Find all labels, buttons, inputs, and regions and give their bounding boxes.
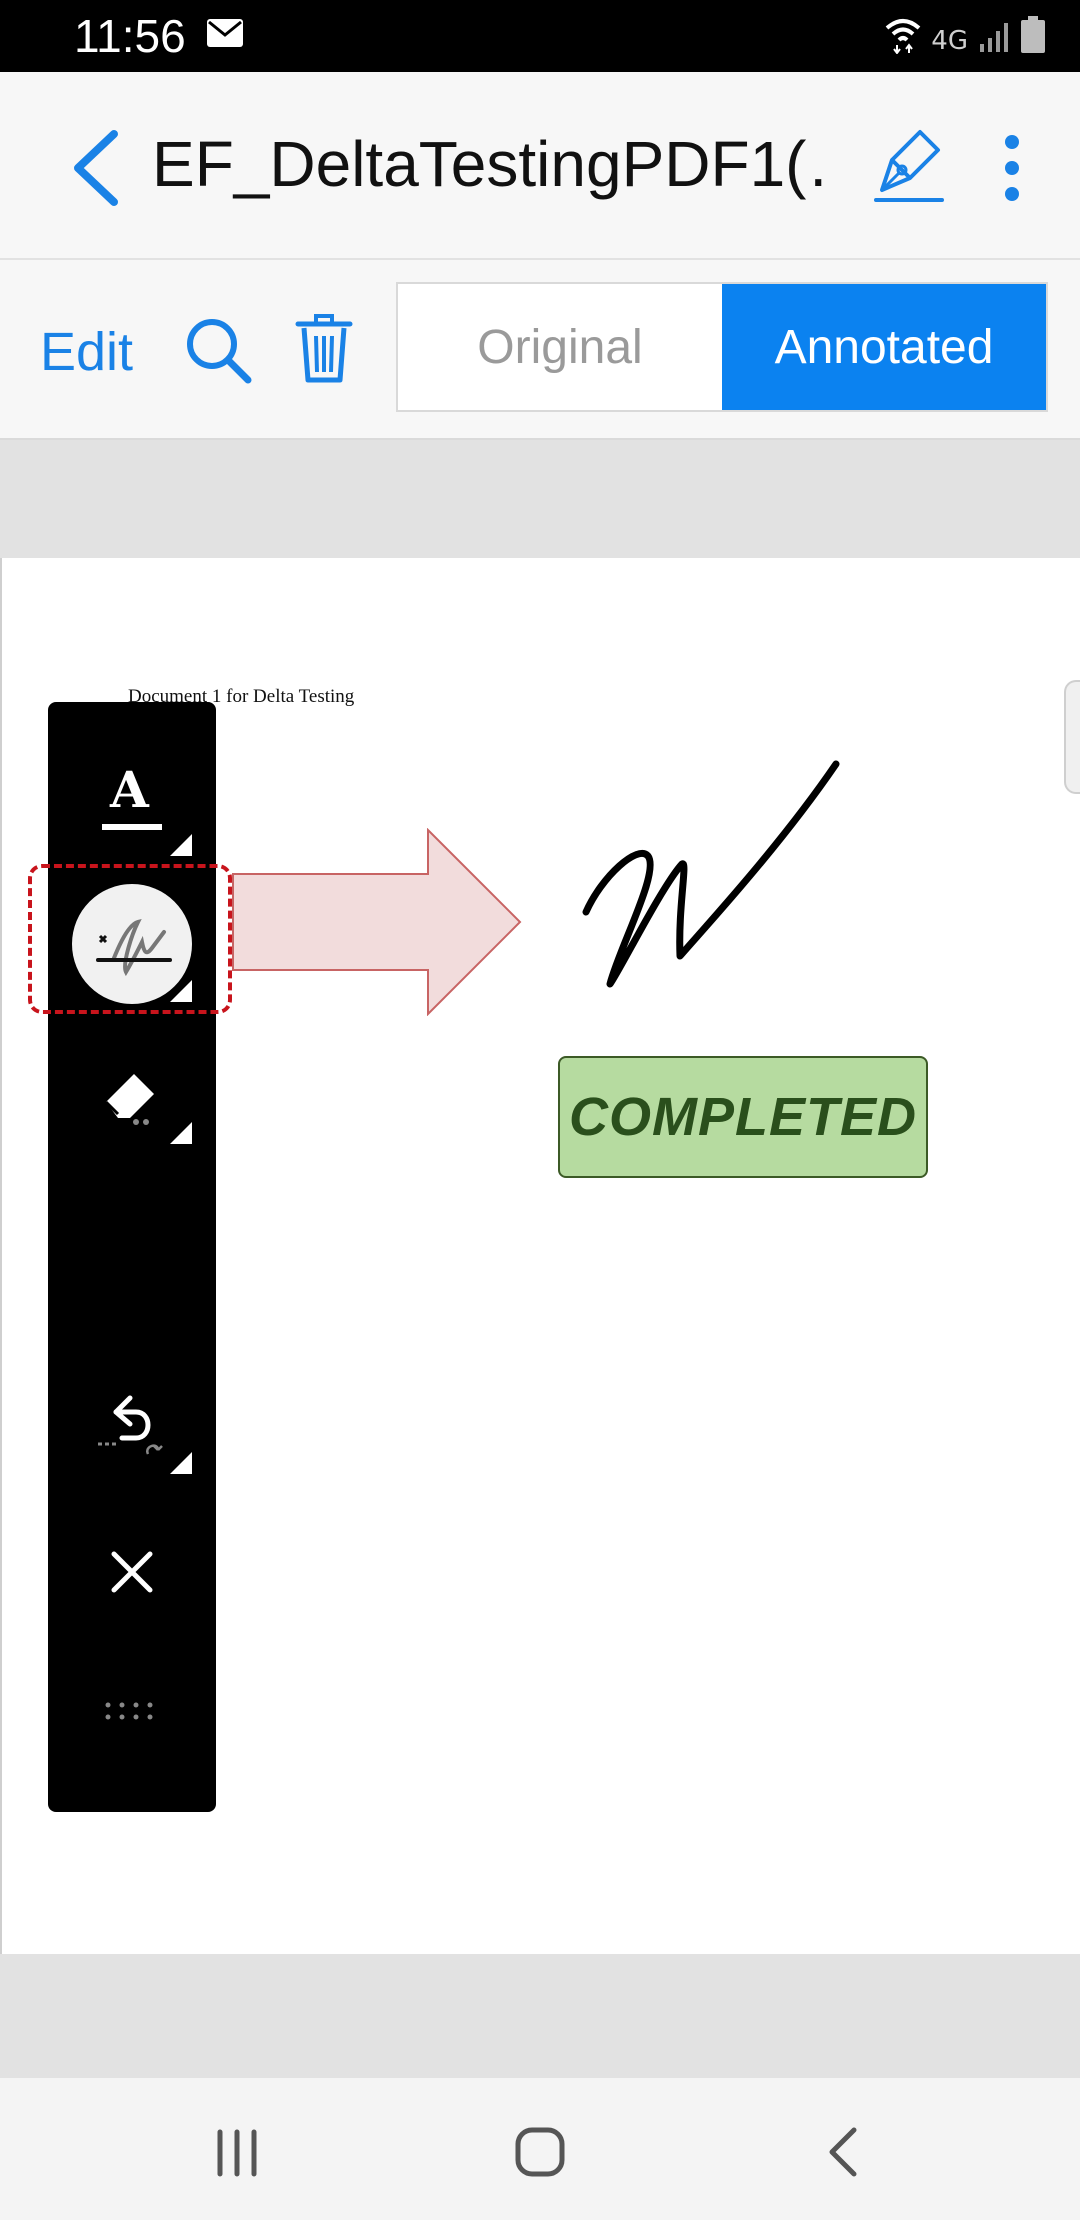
wifi-icon [885,19,921,54]
network-type-label: 4G [931,26,968,56]
scroll-handle[interactable] [1064,680,1080,794]
document-title: EF_DeltaTestingPDF1(… [152,128,832,200]
status-time: 11:56 [74,10,186,62]
status-icons: 4G [883,14,1046,54]
edit-button[interactable]: Edit [40,316,133,388]
back-arrow-icon[interactable] [66,128,126,208]
underline-bar [102,824,162,830]
page-gutter-top [0,440,1080,558]
signal-icon [980,23,1008,52]
signature-tool-highlight [28,864,232,1014]
back-icon[interactable] [826,2124,860,2180]
system-nav-bar [0,2078,1080,2220]
segment-original[interactable]: Original [398,284,722,410]
text-A-icon: A [110,760,149,819]
undo-tool[interactable] [48,1382,216,1482]
status-bar: 11:56 4G [0,0,1080,72]
battery-icon [1021,16,1045,53]
tool-options-indicator [170,834,192,856]
segment-annotated[interactable]: Annotated [722,284,1046,410]
document-toolbar: Edit Original Annotated [0,260,1080,440]
home-icon[interactable] [514,2126,566,2178]
grip-icon[interactable] [104,1700,160,1724]
trash-icon[interactable] [294,310,354,386]
view-mode-toggle: Original Annotated [396,282,1048,412]
eraser-tool[interactable] [48,1062,216,1162]
page-gutter-bottom [0,1954,1080,2078]
tool-options-indicator [170,1122,192,1144]
close-icon[interactable] [108,1548,156,1596]
mail-icon [207,19,243,47]
search-icon[interactable] [184,316,254,386]
signature-annotation[interactable] [580,756,850,996]
app-bar: EF_DeltaTestingPDF1(… [0,72,1080,260]
more-vertical-icon[interactable] [996,128,1028,208]
completed-stamp[interactable]: COMPLETED [558,1056,928,1178]
undo-icon [98,1395,163,1455]
recents-icon[interactable] [214,2128,260,2178]
arrow-annotation[interactable] [232,828,524,1016]
text-tool[interactable]: A [48,762,216,856]
pen-sign-icon[interactable] [872,126,946,206]
tool-options-indicator [170,1452,192,1474]
eraser-icon [104,1074,154,1125]
